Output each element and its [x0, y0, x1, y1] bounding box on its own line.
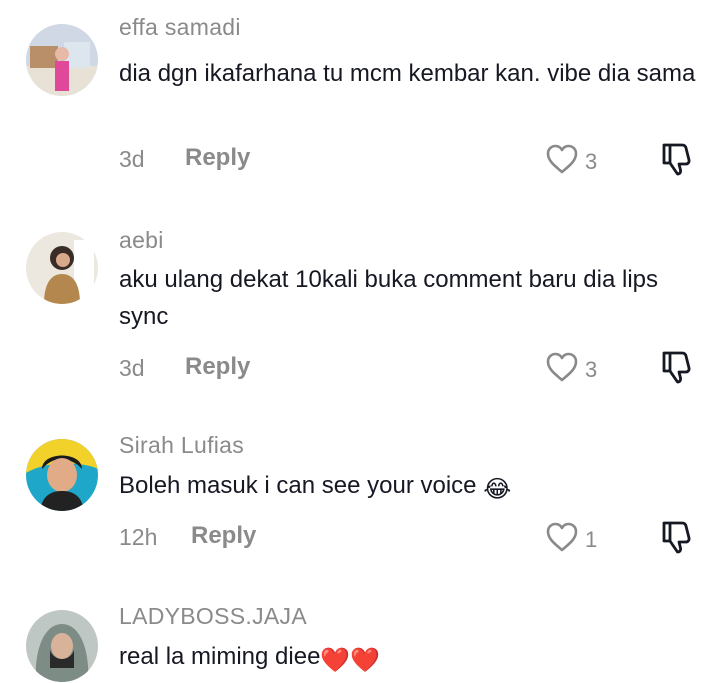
like-button[interactable]: 1	[545, 521, 597, 558]
heart-outline-icon	[545, 521, 579, 558]
username[interactable]: effa samadi	[119, 14, 241, 41]
thumbs-down-icon	[660, 143, 694, 181]
comment-text: real la miming diee❤️❤️	[119, 638, 709, 679]
dislike-button[interactable]	[660, 519, 694, 555]
heart-emoji: ❤️❤️	[320, 647, 381, 674]
like-count: 3	[585, 148, 598, 174]
dislike-button[interactable]	[660, 349, 694, 385]
reply-button[interactable]: Reply	[185, 144, 250, 172]
comment-text: Boleh masuk i can see your voice 😂	[119, 467, 709, 508]
laughing-emoji: 😂	[483, 476, 512, 503]
comment-item: effa samadi dia dgn ikafarhana tu mcm ke…	[0, 0, 720, 205]
heart-outline-icon	[545, 351, 579, 388]
avatar[interactable]	[26, 610, 98, 682]
comment-time: 3d	[119, 146, 145, 172]
reply-button[interactable]: Reply	[191, 522, 256, 550]
comment-text: dia dgn ikafarhana tu mcm kembar kan. vi…	[119, 60, 696, 87]
dislike-button[interactable]	[660, 141, 694, 177]
comment-time: 12h	[119, 524, 158, 550]
like-count: 3	[585, 356, 598, 382]
like-count: 1	[585, 526, 598, 552]
comment-text-body: real la miming diee	[119, 643, 321, 670]
thumbs-down-icon	[660, 351, 694, 389]
avatar[interactable]	[26, 24, 98, 96]
username[interactable]: LADYBOSS.JAJA	[119, 603, 307, 630]
avatar[interactable]	[26, 232, 98, 304]
comment-text-body: Boleh masuk i can see your voice	[119, 472, 477, 499]
comment-time: 3d	[119, 355, 145, 381]
like-button[interactable]: 3	[545, 143, 597, 180]
comment-item: LADYBOSS.JAJA real la miming diee❤️❤️	[0, 590, 720, 683]
heart-outline-icon	[545, 143, 579, 180]
username[interactable]: Sirah Lufias	[119, 432, 244, 459]
avatar[interactable]	[26, 439, 98, 511]
thumbs-down-icon	[660, 521, 694, 559]
like-button[interactable]: 3	[545, 351, 597, 388]
comment-item: aebi aku ulang dekat 10kali buka comment…	[0, 205, 720, 415]
reply-button[interactable]: Reply	[185, 353, 250, 381]
comment-item: Sirah Lufias Boleh masuk i can see your …	[0, 415, 720, 590]
username[interactable]: aebi	[119, 227, 164, 254]
comment-text: aku ulang dekat 10kali buka comment baru…	[119, 266, 658, 330]
